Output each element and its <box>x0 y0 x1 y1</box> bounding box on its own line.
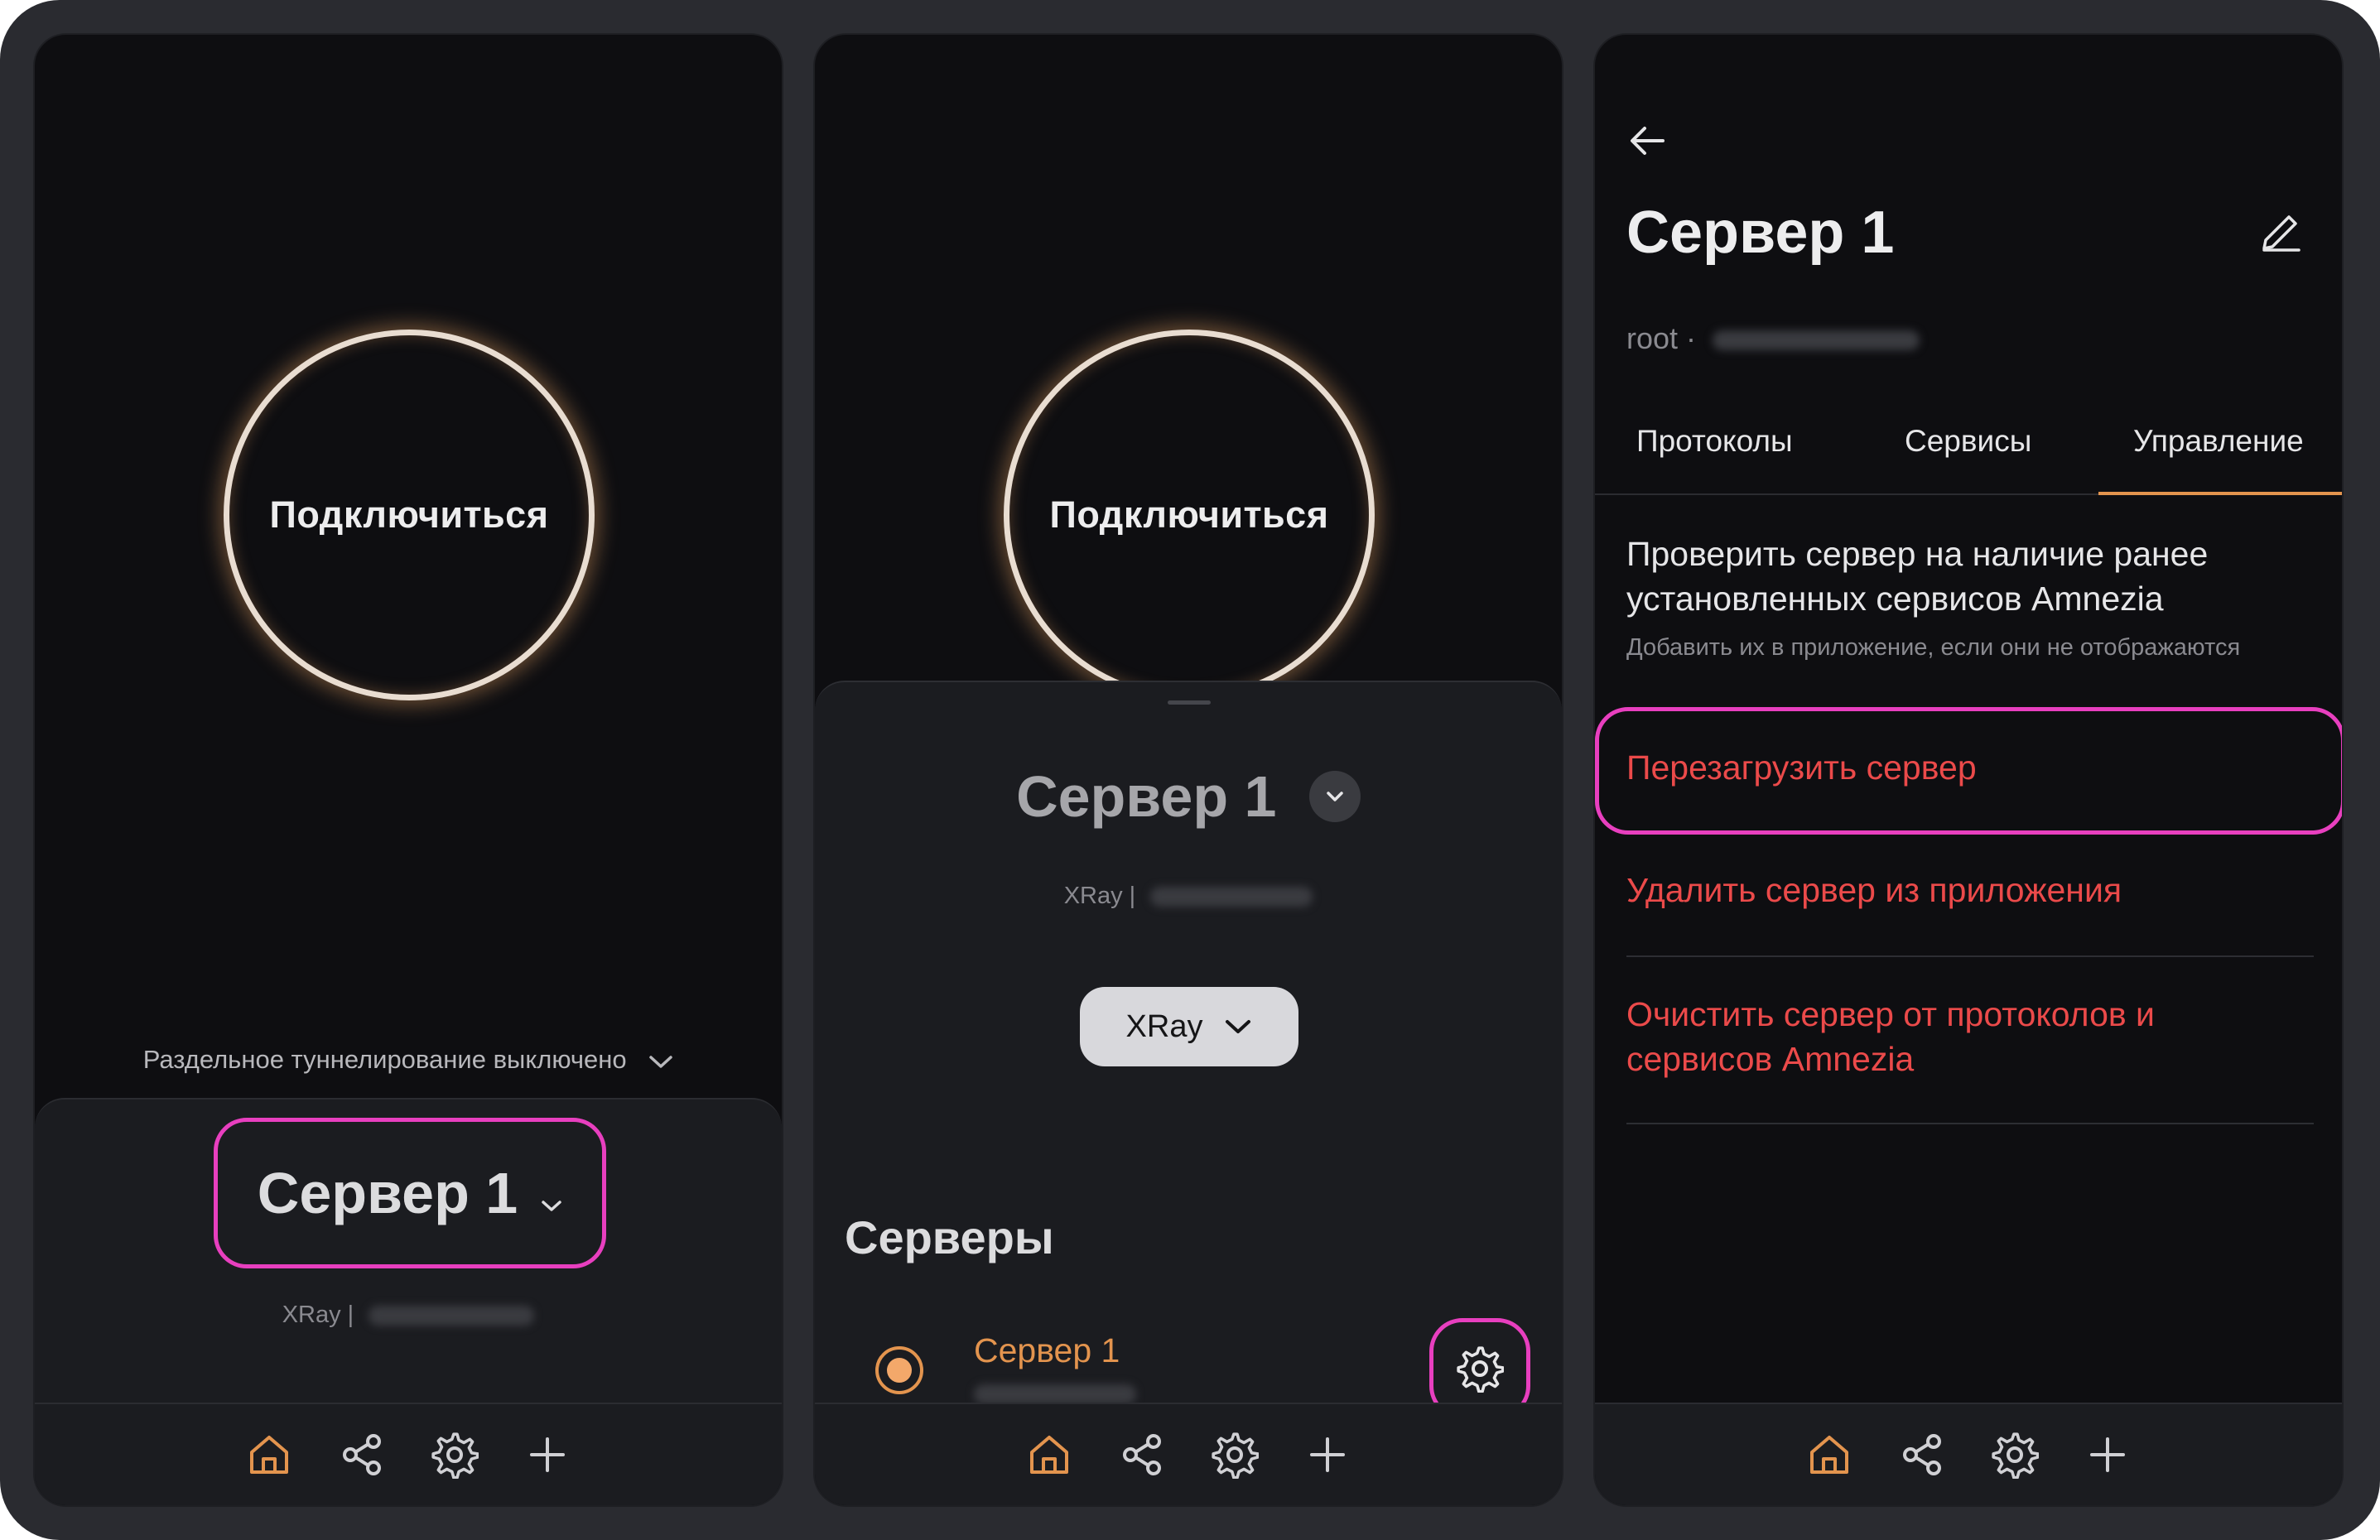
divider <box>1626 1123 2314 1124</box>
protocol-label: XRay | <box>282 1302 354 1328</box>
active-tab-indicator <box>2098 492 2342 495</box>
nav-add-button[interactable] <box>1297 1424 1358 1485</box>
tab-services[interactable]: Сервисы <box>1905 424 2031 459</box>
tab-management[interactable]: Управление <box>2133 424 2304 459</box>
home-icon <box>1810 1436 1848 1474</box>
gear-icon <box>1992 1432 2039 1479</box>
home-icon <box>250 1436 288 1474</box>
nav-settings-button[interactable] <box>1984 1424 2045 1485</box>
nav-home-button[interactable] <box>1019 1424 1080 1485</box>
user-label: root · <box>1626 321 1697 355</box>
bottom-nav <box>1595 1403 2342 1505</box>
share-icon <box>1903 1434 1941 1475</box>
drag-handle[interactable] <box>1168 700 1211 705</box>
server-item-name[interactable]: Сервер 1 <box>974 1331 1120 1370</box>
server-title: Сервер 1 <box>257 1161 518 1225</box>
nav-share-button[interactable] <box>331 1424 393 1485</box>
chevron-down-icon <box>541 1160 562 1226</box>
server-item-ip <box>974 1384 1136 1404</box>
page-title: Сервер 1 <box>1626 200 1895 266</box>
connect-label: Подключиться <box>269 493 549 536</box>
check-services-description: Добавить их в приложение, если они не от… <box>1626 634 2241 661</box>
chevron-down-icon <box>1226 1020 1251 1033</box>
protocol-select-value: XRay <box>1125 1008 1203 1044</box>
nav-add-button[interactable] <box>517 1424 578 1485</box>
nav-share-button[interactable] <box>1111 1424 1173 1485</box>
protocol-label: XRay | <box>1063 883 1136 909</box>
split-tunneling-label: Раздельное туннелирование выключено <box>142 1045 627 1074</box>
blurred-ip <box>1150 887 1313 907</box>
radio-dot <box>887 1358 912 1383</box>
divider <box>1626 955 2314 957</box>
split-tunneling-toggle[interactable]: Раздельное туннелирование выключено <box>35 1045 782 1076</box>
remove-server-button[interactable]: Удалить сервер из приложения <box>1626 868 2122 912</box>
edit-icon[interactable] <box>2254 207 2305 258</box>
app-frame: Подключиться Раздельное туннелирование в… <box>0 0 2380 1540</box>
gear-icon <box>1212 1432 1259 1479</box>
blurred-ip <box>974 1384 1136 1404</box>
server-protocol-info: XRay | <box>35 1302 782 1329</box>
gear-icon <box>1457 1346 1504 1393</box>
plus-icon <box>2090 1437 2125 1472</box>
nav-home-button[interactable] <box>1799 1424 1860 1485</box>
home-screen-panel: Подключиться Раздельное туннелирование в… <box>33 33 783 1507</box>
tab-bar: Протоколы Сервисы Управление <box>1595 399 2342 495</box>
plus-icon <box>1310 1437 1345 1472</box>
connect-label: Подключиться <box>1049 493 1329 536</box>
nav-home-button[interactable] <box>238 1424 300 1485</box>
share-icon <box>343 1434 381 1475</box>
home-icon <box>1030 1436 1068 1474</box>
back-arrow-icon[interactable] <box>1625 118 1671 164</box>
chevron-down-icon <box>1308 770 1361 822</box>
server-credentials: root · <box>1626 321 1920 356</box>
server-protocol-info: XRay | <box>815 883 1562 910</box>
reboot-server-button[interactable]: Перезагрузить сервер <box>1626 745 1977 790</box>
blurred-ip <box>369 1306 535 1326</box>
bottom-nav <box>35 1403 782 1505</box>
gear-icon <box>431 1432 479 1479</box>
bottom-nav <box>815 1403 1562 1505</box>
server-selector-button[interactable]: Сервер 1 <box>815 763 1562 830</box>
server-settings-panel: Сервер 1 root · Протоколы Сервисы Управл… <box>1593 33 2344 1507</box>
protocol-select[interactable]: XRay <box>1080 987 1298 1066</box>
tab-protocols[interactable]: Протоколы <box>1636 424 1793 459</box>
clear-server-button[interactable]: Очистить сервер от протоколов и сервисов… <box>1626 992 2289 1081</box>
share-icon <box>1123 1434 1161 1475</box>
nav-settings-button[interactable] <box>424 1424 485 1485</box>
blurred-ip <box>1713 330 1920 351</box>
server-radio-button[interactable] <box>875 1346 923 1394</box>
server-list-panel: Подключиться Сервер 1 XRay | XRay Сервер… <box>813 33 1563 1507</box>
server-selector-button[interactable]: Сервер 1 <box>214 1118 606 1268</box>
nav-share-button[interactable] <box>1891 1424 1953 1485</box>
nav-settings-button[interactable] <box>1204 1424 1265 1485</box>
nav-add-button[interactable] <box>2077 1424 2138 1485</box>
chevron-down-icon <box>648 1047 673 1076</box>
servers-heading: Серверы <box>845 1211 1054 1263</box>
connect-button[interactable]: Подключиться <box>1004 330 1375 700</box>
check-services-button[interactable]: Проверить сервер на наличие ранее устано… <box>1626 532 2305 621</box>
plus-icon <box>530 1437 565 1472</box>
connect-button[interactable]: Подключиться <box>224 330 595 700</box>
server-title: Сервер 1 <box>1016 764 1277 829</box>
